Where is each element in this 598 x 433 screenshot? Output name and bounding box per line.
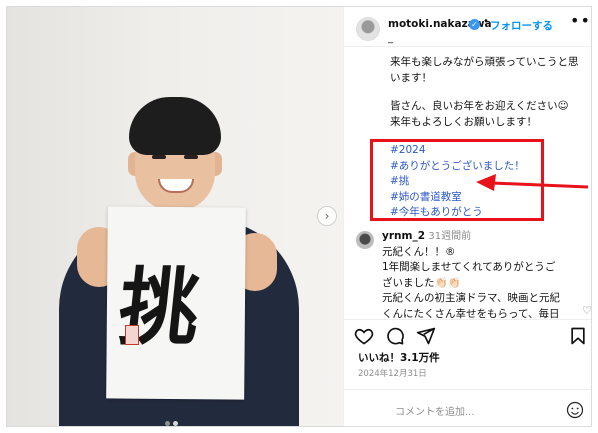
add-comment-bar: コメントを追加... [344,389,591,426]
comment-line: 1年間楽しませてくれてありがとうご [382,261,556,273]
comment-time: 31週間前 [428,231,472,242]
bookmark-icon[interactable] [568,326,588,346]
comment-line: 元紀くん！！® [382,245,456,258]
carousel-next-button[interactable]: › [317,206,337,226]
header-separator: • [483,16,489,27]
likes-count[interactable]: いいね！3.1万件 [358,350,440,365]
red-seal-stamp [125,325,139,345]
commenter-avatar[interactable] [356,231,374,249]
verified-badge-icon: ✓ [469,19,480,30]
caption-line: 皆さん、良いお年をお迎えください☺ [390,100,569,112]
photo-eye [184,155,198,159]
instagram-post: 挑 › motoki.nakazawa ✓ • フォローする ••• _ 来年も… [6,6,592,427]
post-date: 2024年12月31日 [358,369,427,379]
post-actions-bar [344,319,591,349]
carousel-dot-active [165,421,170,426]
comment-line: ざいました👏🏻👏🏻 [382,276,461,289]
post-photo[interactable]: 挑 › [7,7,343,426]
carousel-dots [165,411,181,426]
caption-gap [390,86,590,99]
profile-avatar[interactable] [356,17,380,41]
comment-like-heart-icon[interactable]: ♡ [582,304,591,317]
heart-icon[interactable] [354,326,374,346]
caption-line: 来年もよろしくお願いします！ [390,115,537,128]
post-header: motoki.nakazawa ✓ • フォローする ••• _ [344,7,591,47]
follow-button[interactable]: フォローする [490,18,553,33]
comment-icon[interactable] [385,326,405,346]
emoji-icon[interactable] [566,401,584,419]
commenter-username[interactable]: yrnm_2 [382,230,425,242]
add-comment-input[interactable]: コメントを追加... [395,403,475,418]
comment-body: yrnm_2 31週間前 元紀くん！！® 1年間楽しませてくれてありがとうご ざ… [382,229,586,322]
share-icon[interactable] [416,326,436,346]
comment-line: 元紀くんの初主演ドラマ、映画と元紀 [382,292,560,304]
carousel-dot [173,421,178,426]
caption-line: います！ [390,71,432,84]
caption-line: 来年も楽しみながら頑張っていこうと思 [390,56,579,68]
photo-eye [152,155,166,159]
annotation-arrow-icon [476,174,589,191]
post-sidebar: motoki.nakazawa ✓ • フォローする ••• _ 来年も楽しみな… [343,7,591,426]
header-subtext: _ [388,33,393,44]
caption-clipped-line [390,47,590,55]
more-options-icon[interactable]: ••• [570,11,591,30]
